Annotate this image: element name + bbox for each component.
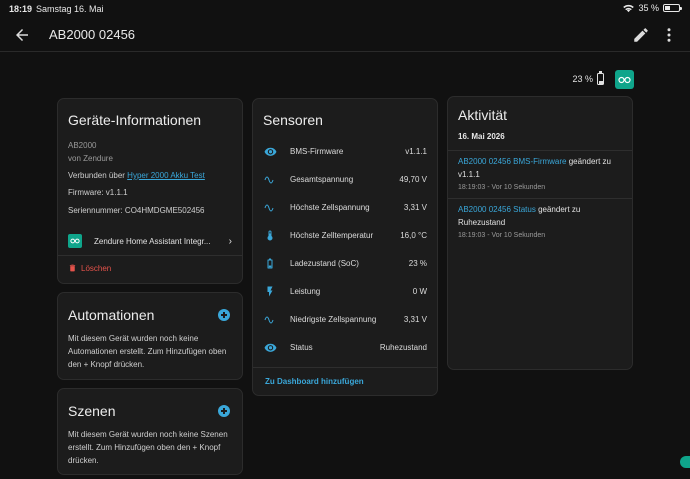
divider: [448, 198, 632, 199]
add-automation-button[interactable]: [218, 309, 230, 321]
sensor-name: Höchste Zelltemperatur: [290, 230, 374, 240]
system-status-bar: 18:19 Samstag 16. Mai 35 %: [0, 0, 690, 18]
sensor-row[interactable]: Status Ruhezustand: [253, 333, 437, 361]
app-toolbar: AB2000 02456: [0, 18, 690, 52]
device-battery-text: 23 %: [572, 74, 593, 84]
wifi-icon: [623, 4, 635, 12]
lightning-icon: [263, 284, 277, 298]
sensor-row[interactable]: Höchste Zelltemperatur 16,0 °C: [253, 221, 437, 249]
card-title: Automationen: [68, 307, 155, 323]
automations-card: Automationen Mit diesem Gerät wurden noc…: [57, 292, 243, 380]
activity-card: Aktivität 16. Mai 2026 AB2000 02456 BMS-…: [447, 96, 633, 370]
clock: 18:19: [9, 4, 33, 14]
sensor-name: Status: [290, 342, 313, 352]
device-manufacturer: von Zendure: [68, 154, 113, 163]
card-title: Sensoren: [263, 112, 323, 128]
entity-link[interactable]: AB2000 02456 BMS-Firmware: [458, 157, 567, 166]
sine-wave-icon: [263, 312, 277, 326]
divider: [253, 367, 437, 368]
battery-level: [598, 81, 603, 84]
battery-level: [665, 6, 670, 10]
battery-percent: 35 %: [638, 3, 659, 13]
date: Samstag 16. Mai: [36, 4, 104, 14]
sensor-name: Gesamtspannung: [290, 174, 354, 184]
sensor-name: Ladezustand (SoC): [290, 258, 359, 268]
thermometer-icon: [263, 228, 277, 242]
scroll-indicator[interactable]: [680, 456, 690, 468]
add-to-dashboard-button[interactable]: Zu Dashboard hinzufügen: [265, 377, 364, 386]
automations-empty-text: Mit diesem Gerät wurden noch keine Autom…: [68, 334, 227, 369]
zendure-logo-icon: [68, 234, 82, 248]
sensor-row[interactable]: Ladezustand (SoC) 23 %: [253, 249, 437, 277]
sensor-name: BMS-Firmware: [290, 146, 344, 156]
serial-number: Seriennummer: CO4HMDGME502456: [68, 206, 205, 215]
trash-icon: [69, 264, 76, 272]
device-battery-summary: 23 %: [572, 71, 604, 85]
sensor-value: v1.1.1: [405, 146, 427, 156]
chevron-right-icon: ›: [228, 235, 232, 247]
delete-label: Löschen: [81, 263, 112, 273]
sensor-row[interactable]: Leistung 0 W: [253, 277, 437, 305]
activity-entry: AB2000 02456 Status geändert zu Ruhezust…: [458, 203, 624, 241]
battery-icon: [597, 71, 604, 85]
connected-prefix: Verbunden über: [68, 171, 125, 180]
more-vertical-icon[interactable]: [660, 26, 678, 44]
sensor-value: 3,31 V: [403, 314, 427, 324]
sensor-name: Höchste Zellspannung: [290, 202, 370, 212]
sensors-card: Sensoren BMS-Firmware v1.1.1 Gesamtspannun…: [252, 98, 438, 396]
sensor-row[interactable]: Gesamtspannung 49,70 V: [253, 165, 437, 193]
pencil-icon[interactable]: [632, 26, 650, 44]
sensor-row[interactable]: Höchste Zellspannung 3,31 V: [253, 193, 437, 221]
zendure-logo-icon[interactable]: [615, 70, 634, 89]
eye-icon: [263, 144, 277, 158]
parent-device-link[interactable]: Hyper 2000 Akku Test: [127, 171, 205, 180]
battery-icon: [263, 256, 277, 270]
device-info-card: Geräte-Informationen AB2000 von Zendure …: [57, 98, 243, 284]
activity-entry: AB2000 02456 BMS-Firmware geändert zu v1…: [458, 155, 624, 193]
card-title: Geräte-Informationen: [68, 112, 202, 128]
sine-wave-icon: [263, 172, 277, 186]
sensor-row[interactable]: BMS-Firmware v1.1.1: [253, 137, 437, 165]
device-model: AB2000: [68, 141, 97, 150]
page-title: AB2000 02456: [49, 27, 136, 42]
activity-date: 16. Mai 2026: [458, 132, 505, 141]
activity-timestamp: 18:19:03 - Vor 10 Sekunden: [458, 184, 546, 191]
sensor-name: Leistung: [290, 286, 321, 296]
add-scene-button[interactable]: [218, 405, 230, 417]
scenes-empty-text: Mit diesem Gerät wurden noch keine Szene…: [68, 430, 228, 465]
sensor-name: Niedrigste Zellspannung: [290, 314, 377, 324]
sensor-value: 3,31 V: [403, 202, 427, 212]
device-battery-icon: [663, 4, 682, 12]
divider: [58, 255, 242, 256]
integration-link[interactable]: Zendure Home Assistant Integr... ›: [68, 232, 232, 250]
activity-timestamp: 18:19:03 - Vor 10 Sekunden: [458, 232, 546, 239]
delete-button[interactable]: Löschen: [68, 263, 111, 273]
divider: [448, 150, 632, 151]
connected-via: Verbunden über Hyper 2000 Akku Test: [68, 171, 205, 180]
sensor-value: Ruhezustand: [379, 342, 427, 352]
scenes-card: Szenen Mit diesem Gerät wurden noch kein…: [57, 388, 243, 475]
card-title: Aktivität: [458, 107, 508, 123]
sensor-value: 16,0 °C: [400, 230, 427, 240]
sine-wave-icon: [263, 200, 277, 214]
sensor-row[interactable]: Niedrigste Zellspannung 3,31 V: [253, 305, 437, 333]
card-title: Szenen: [68, 403, 116, 419]
back-arrow-icon[interactable]: [13, 26, 31, 44]
integration-name: Zendure Home Assistant Integr...: [94, 236, 211, 246]
sensor-value: 23 %: [408, 258, 427, 268]
sensor-value: 0 W: [412, 286, 427, 296]
firmware-version: Firmware: v1.1.1: [68, 188, 128, 197]
entity-link[interactable]: AB2000 02456 Status: [458, 205, 536, 214]
eye-icon: [263, 340, 277, 354]
sensor-value: 49,70 V: [399, 174, 427, 184]
status-icons: 35 %: [623, 3, 682, 13]
